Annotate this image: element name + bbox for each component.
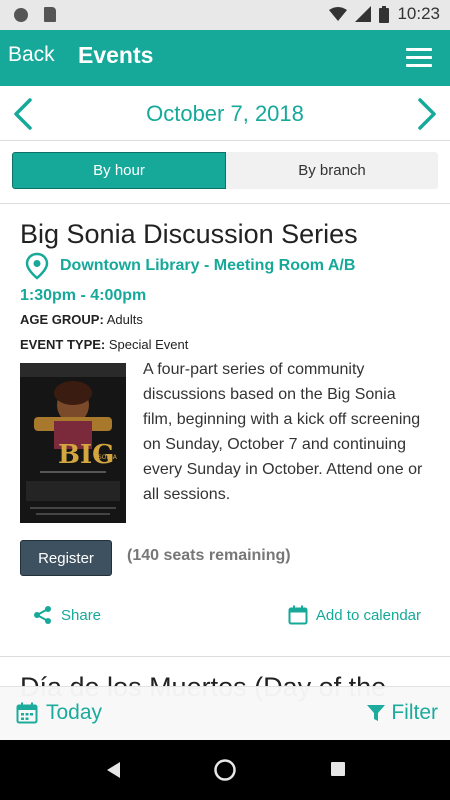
share-button[interactable]: Share	[33, 605, 101, 625]
add-calendar-label: Add to calendar	[315, 606, 421, 624]
event-description: A four-part series of community discussi…	[143, 361, 423, 503]
status-time: 10:23	[397, 4, 440, 23]
filter-label: Filter	[391, 701, 438, 724]
date-navigation: October 7, 2018	[0, 86, 450, 141]
event-type-value: Special Event	[108, 337, 189, 352]
menu-icon[interactable]	[406, 48, 432, 68]
filter-icon	[367, 705, 386, 721]
event-type-label: EVENT TYPE:	[20, 337, 106, 352]
system-navigation-bar	[0, 740, 450, 800]
back-button[interactable]: Back	[8, 43, 55, 67]
share-label: Share	[61, 606, 102, 624]
filter-button[interactable]: Filter	[367, 701, 438, 725]
location-label: Downtown Library - Meeting Room A/B	[60, 257, 356, 274]
event-location[interactable]: Downtown Library - Meeting Room A/B	[24, 252, 355, 280]
view-toggle: By hour By branch	[12, 152, 438, 189]
today-label: Today	[46, 701, 103, 724]
recents-square-icon[interactable]	[330, 761, 346, 777]
sd-card-icon	[44, 7, 56, 22]
tab-by-branch[interactable]: By branch	[226, 152, 438, 189]
today-button[interactable]: Today	[16, 701, 102, 725]
bottom-toolbar: Today Filter	[0, 686, 450, 741]
age-group: AGE GROUP: Adults	[20, 312, 143, 327]
event-poster-image: BIG SONIA	[20, 363, 126, 523]
notification-circle-icon	[14, 8, 28, 22]
age-group-value: Adults	[106, 312, 143, 327]
share-icon	[34, 606, 51, 624]
add-to-calendar-button[interactable]: Add to calendar	[288, 605, 421, 625]
home-circle-icon[interactable]	[213, 758, 237, 782]
calendar-icon	[16, 702, 38, 724]
status-icons: 10:23	[329, 4, 440, 24]
signal-icon	[355, 6, 372, 22]
poster-subtitle: SONIA	[98, 454, 118, 461]
back-triangle-icon[interactable]	[104, 760, 122, 780]
wifi-icon	[329, 7, 348, 21]
calendar-icon	[288, 605, 308, 625]
chevron-right-icon[interactable]	[412, 97, 442, 131]
event-divider	[0, 656, 450, 657]
tab-by-hour[interactable]: By hour	[12, 152, 226, 189]
location-pin-icon	[25, 252, 49, 280]
event-time: 1:30pm - 4:00pm	[20, 287, 147, 304]
current-date: October 7, 2018	[146, 101, 304, 126]
event-title[interactable]: Big Sonia Discussion Series	[20, 219, 358, 250]
seats-remaining: (140 seats remaining)	[127, 547, 291, 564]
battery-icon	[379, 5, 390, 23]
register-button[interactable]: Register	[20, 540, 112, 576]
status-bar: 10:23	[0, 0, 450, 30]
event-type: EVENT TYPE: Special Event	[20, 337, 188, 352]
app-bar: Back Events	[0, 30, 450, 86]
section-divider	[0, 203, 450, 204]
page-title: Events	[78, 42, 154, 68]
age-group-label: AGE GROUP:	[20, 312, 104, 327]
